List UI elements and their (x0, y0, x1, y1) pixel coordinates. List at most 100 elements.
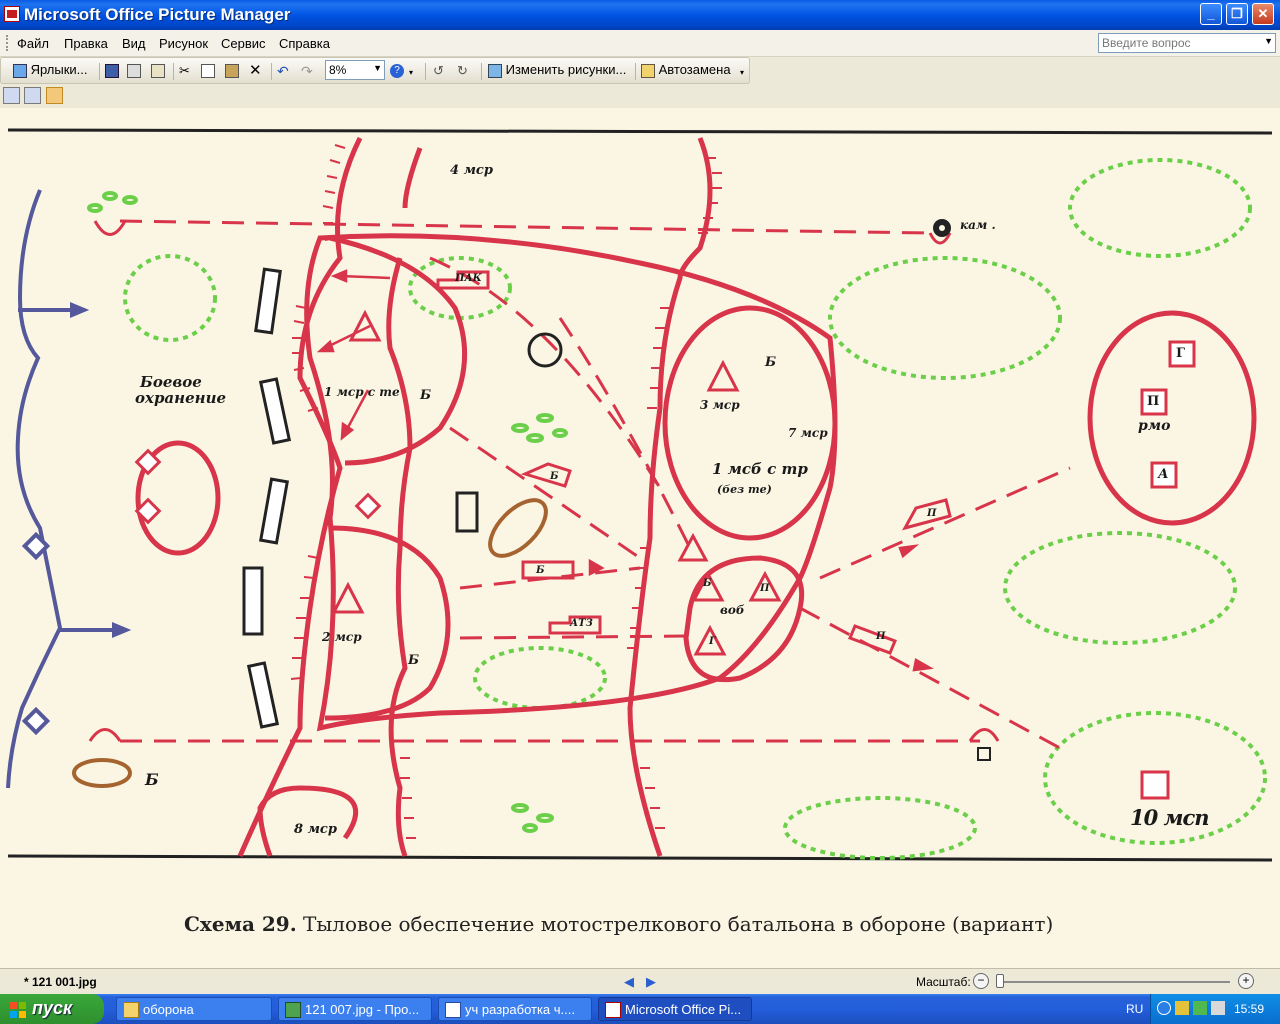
menu-view[interactable]: Вид (122, 36, 146, 51)
label-pak: ПАК (455, 273, 482, 284)
language-indicator[interactable]: RU (1126, 1002, 1143, 1016)
status-bar: * 121 001.jpg ◀ ▶ Масштаб: − + (0, 968, 1280, 995)
label-p-3: П (876, 631, 886, 642)
antivirus-icon[interactable] (1193, 1001, 1207, 1015)
help-icon: ? (390, 63, 404, 78)
label-b-6: Б (703, 578, 712, 589)
scissors-icon: ✂ (179, 62, 190, 78)
taskbar-item-picture-manager[interactable]: Microsoft Office Pi... (598, 997, 752, 1021)
filmstrip-view-button[interactable] (24, 87, 41, 104)
label-no-te: (без те) (717, 483, 772, 496)
print-icon (127, 63, 141, 78)
task-label: оборона (143, 1002, 194, 1017)
undo-icon: ↶ (277, 62, 289, 79)
network-icon[interactable] (1211, 1001, 1225, 1015)
caption-number: Схема 29. (184, 912, 297, 936)
toolbar-separator (173, 63, 174, 80)
label-1-msb: 1 мсб с тр (712, 460, 808, 478)
zoom-in-icon[interactable]: + (1238, 973, 1254, 989)
taskbar-item-word[interactable]: уч разработка ч.... (438, 997, 592, 1021)
label-g-1: Г (709, 636, 716, 647)
rotate-left-icon: ↺ (433, 62, 444, 78)
rotate-left-button[interactable]: ↺ (433, 62, 447, 80)
label-10-msp: 10 мсп (1130, 805, 1210, 830)
delete-x-icon: ✕ (249, 61, 262, 79)
toolbar-options-icon[interactable]: ▾ (409, 68, 413, 86)
menu-grip[interactable] (6, 35, 11, 51)
save-button[interactable] (105, 62, 119, 80)
send-email-button[interactable] (151, 62, 165, 80)
caption-text: Тыловое обеспечение мотострелкового бата… (303, 912, 1054, 936)
taskbar-item-folder[interactable]: оборона (116, 997, 272, 1021)
view-toolbar (0, 85, 1280, 107)
label-2-msr: 2 мср (322, 630, 362, 644)
task-label: уч разработка ч.... (465, 1002, 575, 1017)
toolbar-options-icon[interactable]: ▾ (740, 68, 744, 86)
edit-pictures-icon (488, 63, 502, 78)
label-p-rmo: П (1147, 394, 1160, 409)
toolbar-separator (635, 63, 636, 80)
security-shield-icon[interactable] (1175, 1001, 1189, 1015)
previous-picture-icon[interactable]: ◀ (624, 974, 634, 990)
close-button[interactable]: ✕ (1252, 3, 1274, 25)
autocorrect-button[interactable]: Автозамена (641, 62, 731, 80)
dropdown-arrow-icon[interactable]: ▼ (1264, 36, 1273, 46)
rotate-right-icon: ↻ (457, 62, 468, 78)
next-picture-icon[interactable]: ▶ (646, 974, 656, 990)
minimize-button[interactable]: _ (1200, 3, 1222, 25)
help-button[interactable]: ? (390, 62, 404, 80)
zoom-slider-track[interactable] (1000, 981, 1230, 983)
current-filename: * 121 001.jpg (24, 975, 97, 989)
picture-canvas[interactable]: 4 мср кам . ПАК Боевое охранение 1 мср с… (0, 108, 1280, 968)
menu-edit[interactable]: Правка (64, 36, 108, 51)
ask-question-input[interactable]: Введите вопрос ▼ (1098, 33, 1276, 53)
task-label: Microsoft Office Pi... (625, 1002, 742, 1017)
label-8-msr: 8 мср (294, 822, 337, 837)
copy-button[interactable] (201, 62, 215, 80)
undo-button[interactable]: ↶ (277, 62, 291, 80)
label-p-2: П (927, 508, 937, 519)
toolbar-separator (425, 63, 426, 80)
paste-icon (225, 63, 239, 78)
thumbnail-view-button[interactable] (3, 87, 20, 104)
picture-manager-icon (605, 1002, 621, 1018)
single-picture-view-button[interactable] (46, 87, 63, 104)
label-vob: воб (720, 603, 745, 617)
print-button[interactable] (127, 62, 141, 80)
title-bar: Microsoft Office Picture Manager _ ❐ ✕ (0, 0, 1280, 30)
redo-button[interactable]: ↷ (301, 62, 315, 80)
label-ats: АТЗ (570, 618, 593, 629)
cut-button[interactable]: ✂ (179, 62, 193, 80)
taskbar-item-image-viewer[interactable]: 121 007.jpg - Про... (278, 997, 432, 1021)
start-button[interactable]: пуск (0, 994, 104, 1024)
zoom-slider-thumb[interactable] (996, 974, 1004, 988)
label-3-msr: 3 мср (700, 398, 740, 412)
window-title: Microsoft Office Picture Manager (24, 5, 291, 24)
menu-file[interactable]: Файл (17, 36, 49, 51)
toolbar-separator (99, 63, 100, 80)
menu-tools[interactable]: Сервис (221, 36, 266, 51)
menu-picture[interactable]: Рисунок (159, 36, 208, 51)
menu-help[interactable]: Справка (279, 36, 330, 51)
delete-button[interactable]: ✕ (249, 62, 263, 80)
label-rmo: рмо (1138, 418, 1171, 434)
zoom-out-icon[interactable]: − (973, 973, 989, 989)
shortcuts-button[interactable]: Ярлыки... (13, 62, 88, 80)
maximize-button[interactable]: ❐ (1226, 3, 1248, 25)
tray-expand-icon[interactable] (1157, 1001, 1171, 1015)
zoom-select[interactable]: 8% ▼ (325, 60, 385, 80)
dropdown-arrow-icon[interactable]: ▼ (373, 63, 382, 73)
edit-pictures-button[interactable]: Изменить рисунки... (488, 62, 626, 80)
rotate-right-button[interactable]: ↻ (457, 62, 471, 80)
scheme-caption: Схема 29. Тыловое обеспечение мотострелк… (184, 912, 1053, 936)
label-cam: кам . (960, 218, 996, 232)
label-g-rmo: Г (1176, 346, 1185, 361)
clock[interactable]: 15:59 (1234, 1002, 1264, 1016)
folder-icon (123, 1002, 139, 1018)
shortcuts-label: Ярлыки... (30, 62, 88, 77)
ask-question-placeholder: Введите вопрос (1102, 36, 1191, 50)
autocorrect-icon (641, 63, 655, 78)
paste-button[interactable] (225, 62, 239, 80)
redo-icon: ↷ (301, 62, 313, 79)
label-b-5: Б (408, 653, 420, 668)
